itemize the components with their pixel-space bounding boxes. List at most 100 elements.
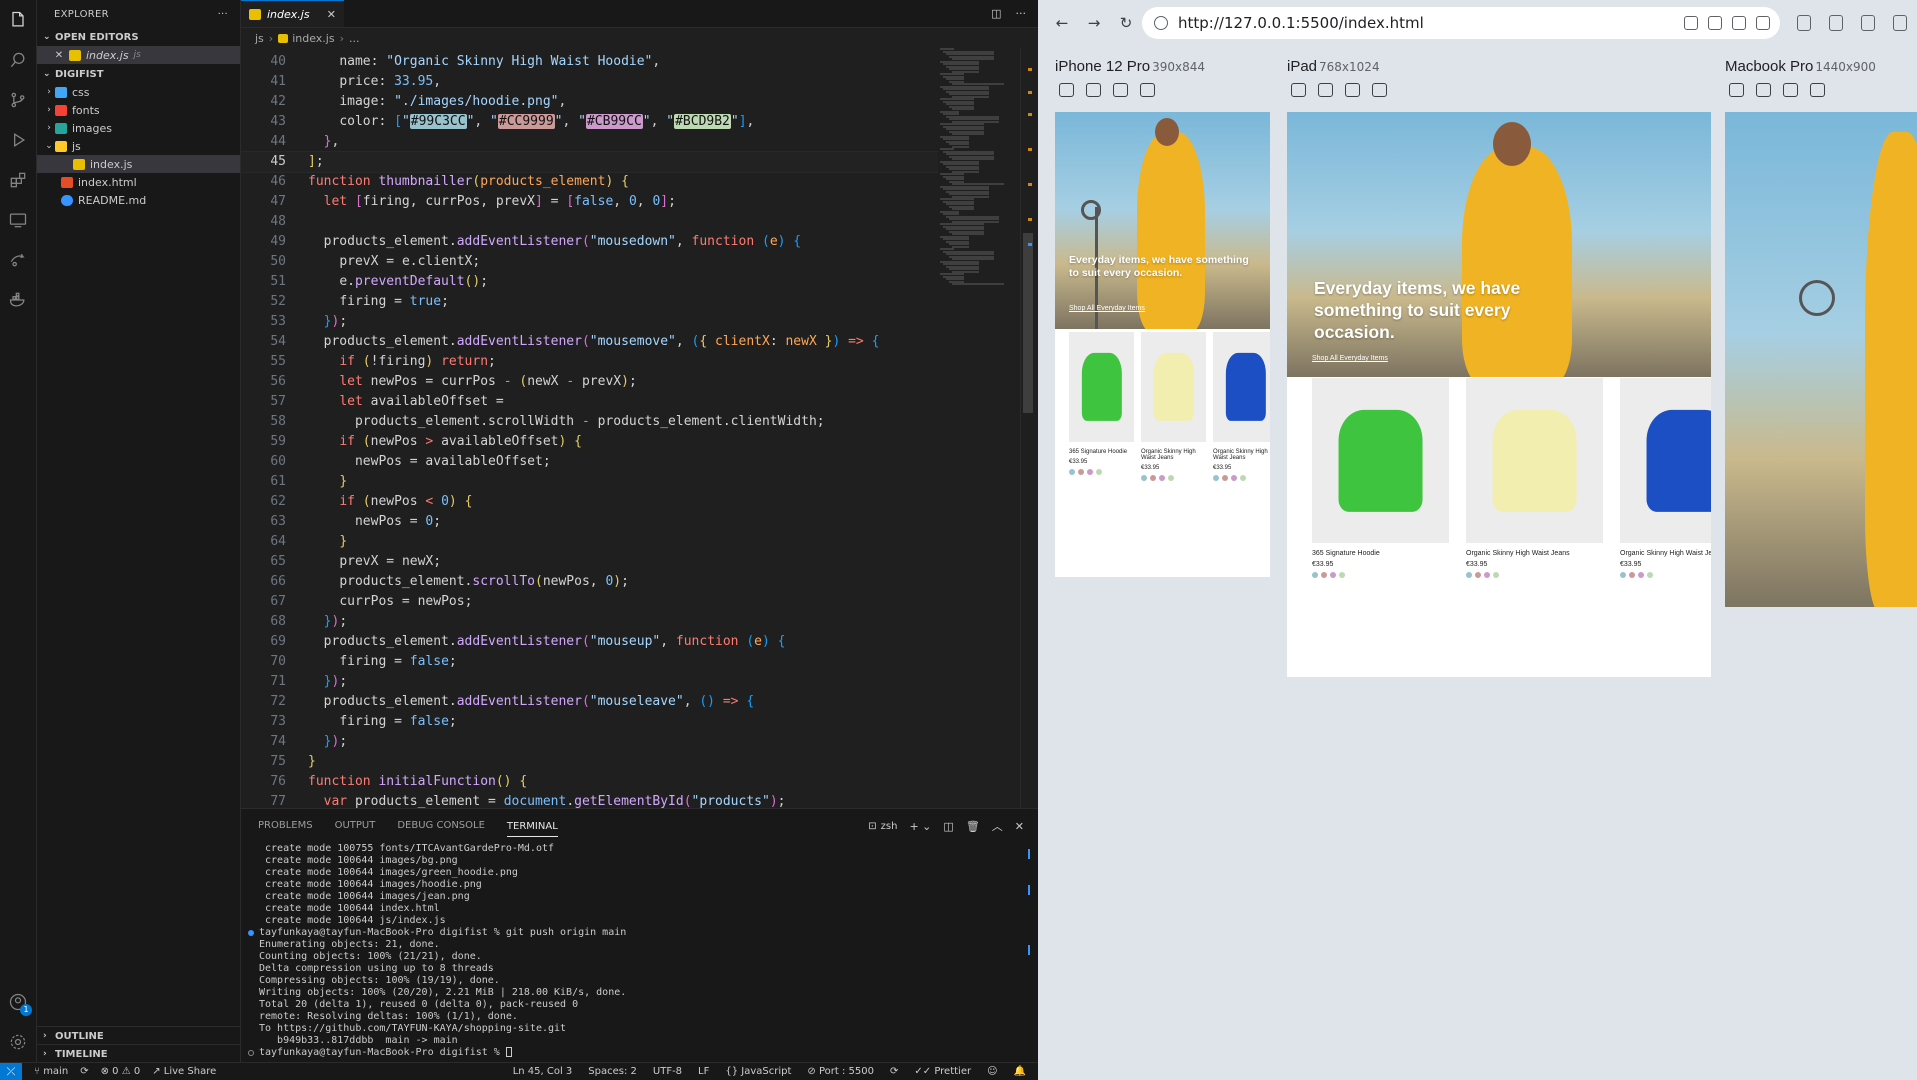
tree-item-images[interactable]: › images	[37, 119, 240, 137]
product-name[interactable]: 365 Signature Hoodie	[1312, 550, 1449, 557]
extensions-icon[interactable]	[6, 168, 30, 192]
code-line[interactable]: 40 name: "Organic Skinny High Waist Hood…	[241, 52, 938, 72]
ipad-viewport[interactable]: Everyday items, we have something to sui…	[1287, 112, 1711, 677]
sync-icon[interactable]: ⟳	[80, 1066, 88, 1077]
prettier-status[interactable]: ✓✓ Prettier	[914, 1066, 971, 1077]
encoding[interactable]: UTF-8	[653, 1066, 682, 1077]
inspect-icon[interactable]	[1345, 83, 1360, 97]
remote-explorer-icon[interactable]	[6, 208, 30, 232]
color-swatch[interactable]	[1150, 475, 1156, 481]
code-line[interactable]: 42 image: "./images/hoodie.png",	[241, 92, 938, 112]
code-line[interactable]: 72 products_element.addEventListener("mo…	[241, 692, 938, 712]
code-line[interactable]: 66 products_element.scrollTo(newPos, 0);	[241, 572, 938, 592]
close-icon[interactable]: ✕	[327, 8, 336, 21]
code-line[interactable]: 60 newPos = availableOffset;	[241, 452, 938, 472]
code-line[interactable]: 47 let [firing, currPos, prevX] = [false…	[241, 192, 938, 212]
live-share-icon[interactable]	[6, 248, 30, 272]
code-line[interactable]: 58 products_element.scrollWidth - produc…	[241, 412, 938, 432]
product-card[interactable]: Organic Skinny High Waist Jeans €33.95	[1466, 378, 1603, 578]
breadcrumb-file[interactable]: index.js	[292, 32, 334, 45]
code-line[interactable]: 68 });	[241, 612, 938, 632]
tree-item-index-js[interactable]: index.js	[37, 155, 240, 173]
downloads-icon[interactable]	[1861, 15, 1875, 31]
feedback-icon[interactable]: ☺	[987, 1066, 997, 1077]
product-name[interactable]: Organic Skinny High Waist Jeans	[1620, 550, 1711, 557]
menu-icon[interactable]	[1893, 15, 1907, 31]
product-name[interactable]: Organic Skinny High Waist Jeans	[1141, 449, 1206, 461]
outline-section[interactable]: › OUTLINE	[37, 1026, 240, 1045]
color-swatch[interactable]	[1213, 475, 1219, 481]
tab-debug-console[interactable]: DEBUG CONSOLE	[397, 820, 485, 831]
color-swatch[interactable]	[1159, 475, 1165, 481]
terminal-output[interactable]: create mode 100755 fonts/ITCAvantGardePr…	[247, 843, 1007, 1059]
product-image[interactable]	[1141, 332, 1206, 442]
color-swatch[interactable]	[1466, 572, 1472, 578]
terminal-shell-selector[interactable]: ⊡ zsh	[868, 821, 897, 832]
code-line[interactable]: 59 if (newPos > availableOffset) {	[241, 432, 938, 452]
products-carousel[interactable]: 365 Signature Hoodie €33.95 Organic Skinny…	[1312, 378, 1711, 578]
product-image[interactable]	[1312, 378, 1449, 543]
color-swatch[interactable]	[1493, 572, 1499, 578]
end-of-line[interactable]: LF	[698, 1066, 709, 1077]
back-arrow-icon[interactable]: ←	[1046, 14, 1078, 32]
color-swatch[interactable]	[1475, 572, 1481, 578]
color-swatch[interactable]	[1222, 475, 1228, 481]
color-swatch[interactable]	[1647, 572, 1653, 578]
code-line[interactable]: 71 });	[241, 672, 938, 692]
remote-indicator-icon[interactable]: ⤫	[0, 1062, 22, 1080]
problems-indicator[interactable]: ⊗ 0 ⚠ 0	[101, 1066, 141, 1077]
code-line[interactable]: 54 products_element.addEventListener("mo…	[241, 332, 938, 352]
code-line[interactable]: 52 firing = true;	[241, 292, 938, 312]
close-icon[interactable]: ✕	[1015, 820, 1024, 833]
tab-search-icon[interactable]	[1797, 15, 1811, 31]
split-editor-icon[interactable]: ◫	[991, 7, 1001, 20]
reader-icon[interactable]	[1684, 16, 1698, 30]
code-icon[interactable]	[1372, 83, 1387, 97]
docker-icon[interactable]	[6, 288, 30, 312]
color-swatch[interactable]	[1312, 572, 1318, 578]
code-line[interactable]: 75}	[241, 752, 938, 772]
live-share-button[interactable]: ↗ Live Share	[152, 1066, 216, 1077]
settings-gear-icon[interactable]	[6, 1030, 30, 1054]
code-icon[interactable]	[1810, 83, 1825, 97]
color-swatch[interactable]	[1240, 475, 1246, 481]
code-line[interactable]: 70 firing = false;	[241, 652, 938, 672]
product-image[interactable]	[1213, 332, 1270, 442]
tree-item-fonts[interactable]: › fonts	[37, 101, 240, 119]
address-bar[interactable]: http://127.0.0.1:5500/index.html	[1142, 7, 1780, 39]
code-line[interactable]: 76 function initialFunction() {	[241, 772, 938, 792]
code-line[interactable]: 61 }	[241, 472, 938, 492]
color-swatch[interactable]	[1168, 475, 1174, 481]
terminal-scrollbar[interactable]	[1028, 849, 1032, 1049]
color-swatch[interactable]	[1231, 475, 1237, 481]
sync-icon[interactable]: ⟳	[890, 1066, 898, 1077]
code-line[interactable]: 41 price: 33.95,	[241, 72, 938, 92]
forward-arrow-icon[interactable]: →	[1078, 14, 1110, 32]
more-actions-icon[interactable]: ···	[218, 9, 228, 20]
iphone-viewport[interactable]: Everyday items, we have something to sui…	[1055, 112, 1270, 577]
home-icon[interactable]	[1756, 16, 1770, 30]
indentation[interactable]: Spaces: 2	[588, 1066, 637, 1077]
extension-icon[interactable]	[1708, 16, 1722, 30]
product-name[interactable]: Organic Skinny High Waist Jeans	[1466, 550, 1603, 557]
breadcrumb-folder[interactable]: js	[255, 32, 264, 45]
macbook-viewport[interactable]	[1725, 112, 1917, 607]
color-swatch[interactable]	[1087, 469, 1093, 475]
scrollbar-thumb[interactable]	[1023, 233, 1033, 413]
products-carousel[interactable]: 365 Signature Hoodie €33.95 Organic Skinny…	[1069, 332, 1270, 481]
color-swatch[interactable]	[1484, 572, 1490, 578]
command-status-icon[interactable]	[248, 930, 254, 936]
code-line[interactable]: 45];	[241, 151, 938, 173]
branch-indicator[interactable]: ⑂ main	[34, 1066, 68, 1077]
code-line[interactable]: 44 },	[241, 132, 938, 152]
breadcrumb-symbol[interactable]: ...	[349, 32, 360, 45]
url-text[interactable]: http://127.0.0.1:5500/index.html	[1178, 14, 1424, 32]
code-line[interactable]: 48	[241, 212, 938, 232]
open-editor-item[interactable]: ✕ index.js js	[37, 46, 240, 64]
product-image[interactable]	[1620, 378, 1711, 543]
code-line[interactable]: 73 firing = false;	[241, 712, 938, 732]
color-swatch[interactable]	[1620, 572, 1626, 578]
code-line[interactable]: 55 if (!firing) return;	[241, 352, 938, 372]
code-line[interactable]: 53 });	[241, 312, 938, 332]
live-server-port[interactable]: ⊘ Port : 5500	[807, 1066, 874, 1077]
